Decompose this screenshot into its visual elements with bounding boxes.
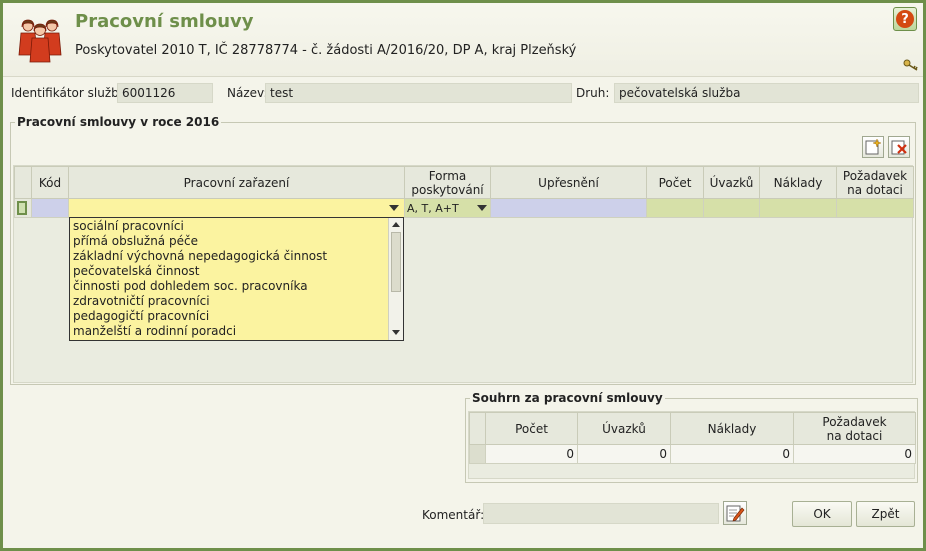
help-button[interactable]: ?	[893, 7, 917, 31]
cell-spec[interactable]	[490, 198, 647, 218]
col-costs-header[interactable]: Náklady	[759, 166, 837, 199]
scroll-up-icon[interactable]	[392, 222, 400, 227]
cell-fte[interactable]	[703, 198, 760, 218]
summary-row-selector	[469, 444, 486, 464]
cell-count[interactable]	[646, 198, 704, 218]
service-type-field[interactable]: pečovatelská služba	[614, 83, 919, 103]
summary-col-count: Počet	[485, 412, 578, 445]
edit-comment-button[interactable]	[723, 501, 747, 525]
summary-request-value: 0	[793, 444, 916, 464]
ok-button[interactable]: OK	[792, 501, 852, 527]
position-dropdown-list[interactable]: sociální pracovníci přímá obslužná péče …	[69, 217, 404, 341]
comment-field[interactable]	[483, 503, 719, 524]
summary-costs-value: 0	[670, 444, 794, 464]
cell-code[interactable]	[31, 198, 69, 218]
col-count-header[interactable]: Počet	[646, 166, 704, 199]
col-request-header-line1: Požadavek	[842, 168, 908, 183]
dropdown-option[interactable]: manželští a rodinní poradci	[70, 324, 403, 339]
col-code-header[interactable]: Kód	[31, 166, 69, 199]
cell-form-select[interactable]: A, T, A+T	[404, 198, 491, 218]
summary-col-request: Požadavek na dotaci	[793, 412, 916, 445]
contracts-legend: Pracovní smlouvy v roce 2016	[15, 115, 222, 129]
summary-legend: Souhrn za pracovní smlouvy	[470, 391, 665, 405]
summary-col-costs: Náklady	[670, 412, 794, 445]
col-form-header[interactable]: Forma poskytování	[404, 166, 491, 199]
comment-label: Komentář:	[422, 508, 485, 522]
row-header-corner	[14, 166, 32, 199]
chevron-down-icon[interactable]	[477, 205, 487, 211]
key-icon[interactable]	[903, 59, 919, 71]
dropdown-option[interactable]: činnosti pod dohledem soc. pracovníka	[70, 279, 403, 294]
dropdown-items: sociální pracovníci přímá obslužná péče …	[70, 218, 403, 339]
col-fte-header[interactable]: Úvazků	[703, 166, 760, 199]
back-button[interactable]: Zpět	[856, 501, 915, 527]
summary-col-fte: Úvazků	[577, 412, 671, 445]
help-icon: ?	[896, 10, 914, 28]
service-info-row: Identifikátor služby: 6001126 Název: tes…	[11, 82, 919, 104]
chevron-down-icon[interactable]	[389, 205, 399, 211]
cell-costs[interactable]	[759, 198, 837, 218]
service-id-field[interactable]: 6001126	[117, 83, 213, 103]
add-row-button[interactable]	[862, 136, 884, 158]
page-title: Pracovní smlouvy	[75, 11, 254, 32]
dropdown-option[interactable]: pečovatelská činnost	[70, 264, 403, 279]
dropdown-option[interactable]: pedagogičtí pracovníci	[70, 309, 403, 324]
contracts-table: Kód Pracovní zařazení Forma poskytování …	[14, 166, 914, 218]
col-request-header-line2: na dotaci	[847, 182, 903, 197]
summary-table: Počet Úvazků Náklady Požadavek na dotaci…	[469, 412, 916, 464]
add-row-icon	[865, 138, 882, 155]
cell-form-value: A, T, A+T	[407, 201, 459, 215]
col-form-header-line1: Forma	[428, 168, 467, 183]
summary-panel: Souhrn za pracovní smlouvy Počet Úvazků …	[465, 391, 918, 483]
col-position-header[interactable]: Pracovní zařazení	[68, 166, 405, 199]
summary-col-request-line1: Požadavek	[822, 414, 887, 429]
service-type-label: Druh:	[576, 86, 610, 100]
summary-row-header-corner	[469, 412, 486, 445]
dropdown-option[interactable]: sociální pracovníci	[70, 219, 403, 234]
people-logo-icon	[18, 19, 62, 63]
dropdown-option[interactable]: zdravotničtí pracovníci	[70, 294, 403, 309]
delete-row-icon	[891, 140, 907, 155]
scroll-down-icon[interactable]	[392, 330, 400, 335]
provider-subtitle: Poskytovatel 2010 T, IČ 28778774 - č. žá…	[75, 43, 577, 58]
delete-row-button[interactable]	[888, 136, 910, 158]
col-form-header-line2: poskytování	[411, 182, 484, 197]
summary-col-request-line2: na dotaci	[826, 428, 883, 443]
dropdown-option[interactable]: základní výchovná nepedagogická činnost	[70, 249, 403, 264]
table-row: 0 0 0 0	[469, 444, 916, 464]
pencil-edit-icon	[726, 505, 745, 522]
dialog-header: Pracovní smlouvy Poskytovatel 2010 T, IČ…	[3, 3, 923, 77]
service-name-label: Název:	[227, 86, 268, 100]
scroll-thumb[interactable]	[391, 232, 401, 292]
cell-position-select[interactable]	[68, 198, 405, 218]
dialog-window: Pracovní smlouvy Poskytovatel 2010 T, IČ…	[0, 0, 926, 551]
row-selector[interactable]	[14, 198, 32, 218]
cell-request[interactable]	[836, 198, 914, 218]
table-row[interactable]: A, T, A+T	[14, 198, 914, 218]
summary-count-value: 0	[485, 444, 578, 464]
summary-grid-area: Počet Úvazků Náklady Požadavek na dotaci…	[468, 411, 916, 479]
summary-fte-value: 0	[577, 444, 671, 464]
col-spec-header[interactable]: Upřesnění	[490, 166, 647, 199]
dropdown-scrollbar[interactable]	[388, 218, 403, 340]
dropdown-option[interactable]: přímá obslužná péče	[70, 234, 403, 249]
col-request-header[interactable]: Požadavek na dotaci	[836, 166, 914, 199]
service-id-label: Identifikátor služby:	[11, 86, 130, 100]
service-name-field[interactable]: test	[265, 83, 572, 103]
